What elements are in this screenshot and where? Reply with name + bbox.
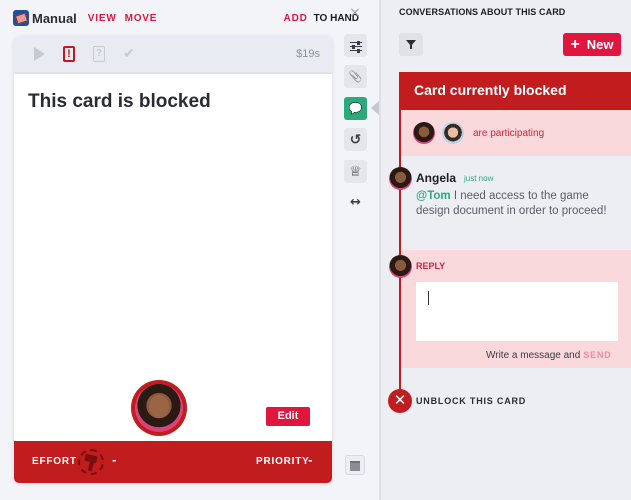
new-label: New xyxy=(586,37,614,52)
reply-user-avatar xyxy=(389,255,412,278)
settings-sliders-icon xyxy=(349,40,362,53)
history-button[interactable]: ↺ xyxy=(344,128,367,151)
priority-label: PRIORITY xyxy=(256,456,310,467)
filter-button[interactable] xyxy=(399,33,423,56)
effort-hammer-icon[interactable] xyxy=(78,449,104,475)
conversations-header: CONVERSATIONS ABOUT THIS CARD xyxy=(399,7,566,17)
archive-icon[interactable] xyxy=(345,455,365,475)
card-header-bar: Manual VIEW MOVE ADD TO HAND xyxy=(13,8,359,28)
text-caret xyxy=(428,291,429,305)
unblock-card-button[interactable]: UNBLOCK THIS CARD xyxy=(416,396,526,406)
card-footer: EFFORT - PRIORITY - xyxy=(14,441,332,483)
owner-avatar[interactable] xyxy=(131,380,187,436)
start-button[interactable] xyxy=(32,46,46,62)
send-button[interactable]: SEND xyxy=(583,350,611,360)
card-title[interactable]: This card is blocked xyxy=(28,91,211,113)
card-detail-pane: Manual VIEW MOVE ADD TO HAND × ! ? ✔ $19… xyxy=(0,0,380,500)
reply-hint-text: Write a message and xyxy=(486,350,581,361)
plus-icon: + xyxy=(570,35,580,53)
effort-value[interactable]: - xyxy=(112,454,117,467)
move-link[interactable]: MOVE xyxy=(125,13,158,24)
conversations-pane: CONVERSATIONS ABOUT THIS CARD + New Card… xyxy=(381,0,631,500)
thread-title[interactable]: Card currently blocked xyxy=(399,72,631,110)
question-button[interactable]: ? xyxy=(92,46,106,62)
reply-label: REPLY xyxy=(416,261,446,271)
conversations-icon: 💬 xyxy=(348,102,363,115)
view-link[interactable]: VIEW xyxy=(88,13,117,24)
participant-avatar-tom[interactable] xyxy=(442,122,464,144)
card-price: $19s xyxy=(296,48,320,60)
message-author: Angela xyxy=(416,171,457,185)
settings-button[interactable] xyxy=(344,34,367,57)
play-icon xyxy=(33,47,45,61)
participants-row: are participating xyxy=(399,110,631,156)
question-icon: ? xyxy=(93,46,105,62)
message-body: @Tom I need access to the game design do… xyxy=(416,189,621,219)
crown-button[interactable]: ♕ xyxy=(344,160,367,183)
new-conversation-button[interactable]: + New xyxy=(563,33,621,56)
crown-icon: ♕ xyxy=(349,163,362,180)
message-author-avatar[interactable] xyxy=(389,167,412,190)
participants-text: are participating xyxy=(473,127,545,139)
unblock-close-icon[interactable]: ✕ xyxy=(388,389,412,413)
history-icon: ↺ xyxy=(349,131,362,148)
blocked-icon: ! xyxy=(63,46,75,62)
effort-label: EFFORT xyxy=(32,456,77,467)
reply-input[interactable] xyxy=(416,282,618,341)
done-button[interactable]: ✔ xyxy=(122,46,136,62)
participant-avatar-angela[interactable] xyxy=(413,122,435,144)
blocked-button[interactable]: ! xyxy=(62,46,76,62)
card-status-toolbar: ! ? ✔ $19s xyxy=(14,36,332,74)
conversations-button[interactable]: 💬 xyxy=(344,97,367,120)
expand-icon: ↔ xyxy=(350,195,361,210)
expand-button[interactable]: ↔ xyxy=(344,191,367,214)
deck-logo-icon xyxy=(13,10,29,26)
edit-button[interactable]: Edit xyxy=(266,407,310,426)
attachments-button[interactable]: 📎 xyxy=(344,65,367,88)
priority-value[interactable]: - xyxy=(308,454,313,467)
attachment-icon: 📎 xyxy=(348,70,363,83)
check-icon: ✔ xyxy=(123,46,135,62)
close-icon[interactable]: × xyxy=(349,6,361,20)
mention-link[interactable]: @Tom xyxy=(416,190,451,202)
add-to-hand-link[interactable]: ADD xyxy=(284,13,308,24)
deck-title: Manual xyxy=(32,10,77,26)
message-time: just now xyxy=(464,174,494,183)
reply-hint: Write a message and SEND xyxy=(486,350,612,361)
